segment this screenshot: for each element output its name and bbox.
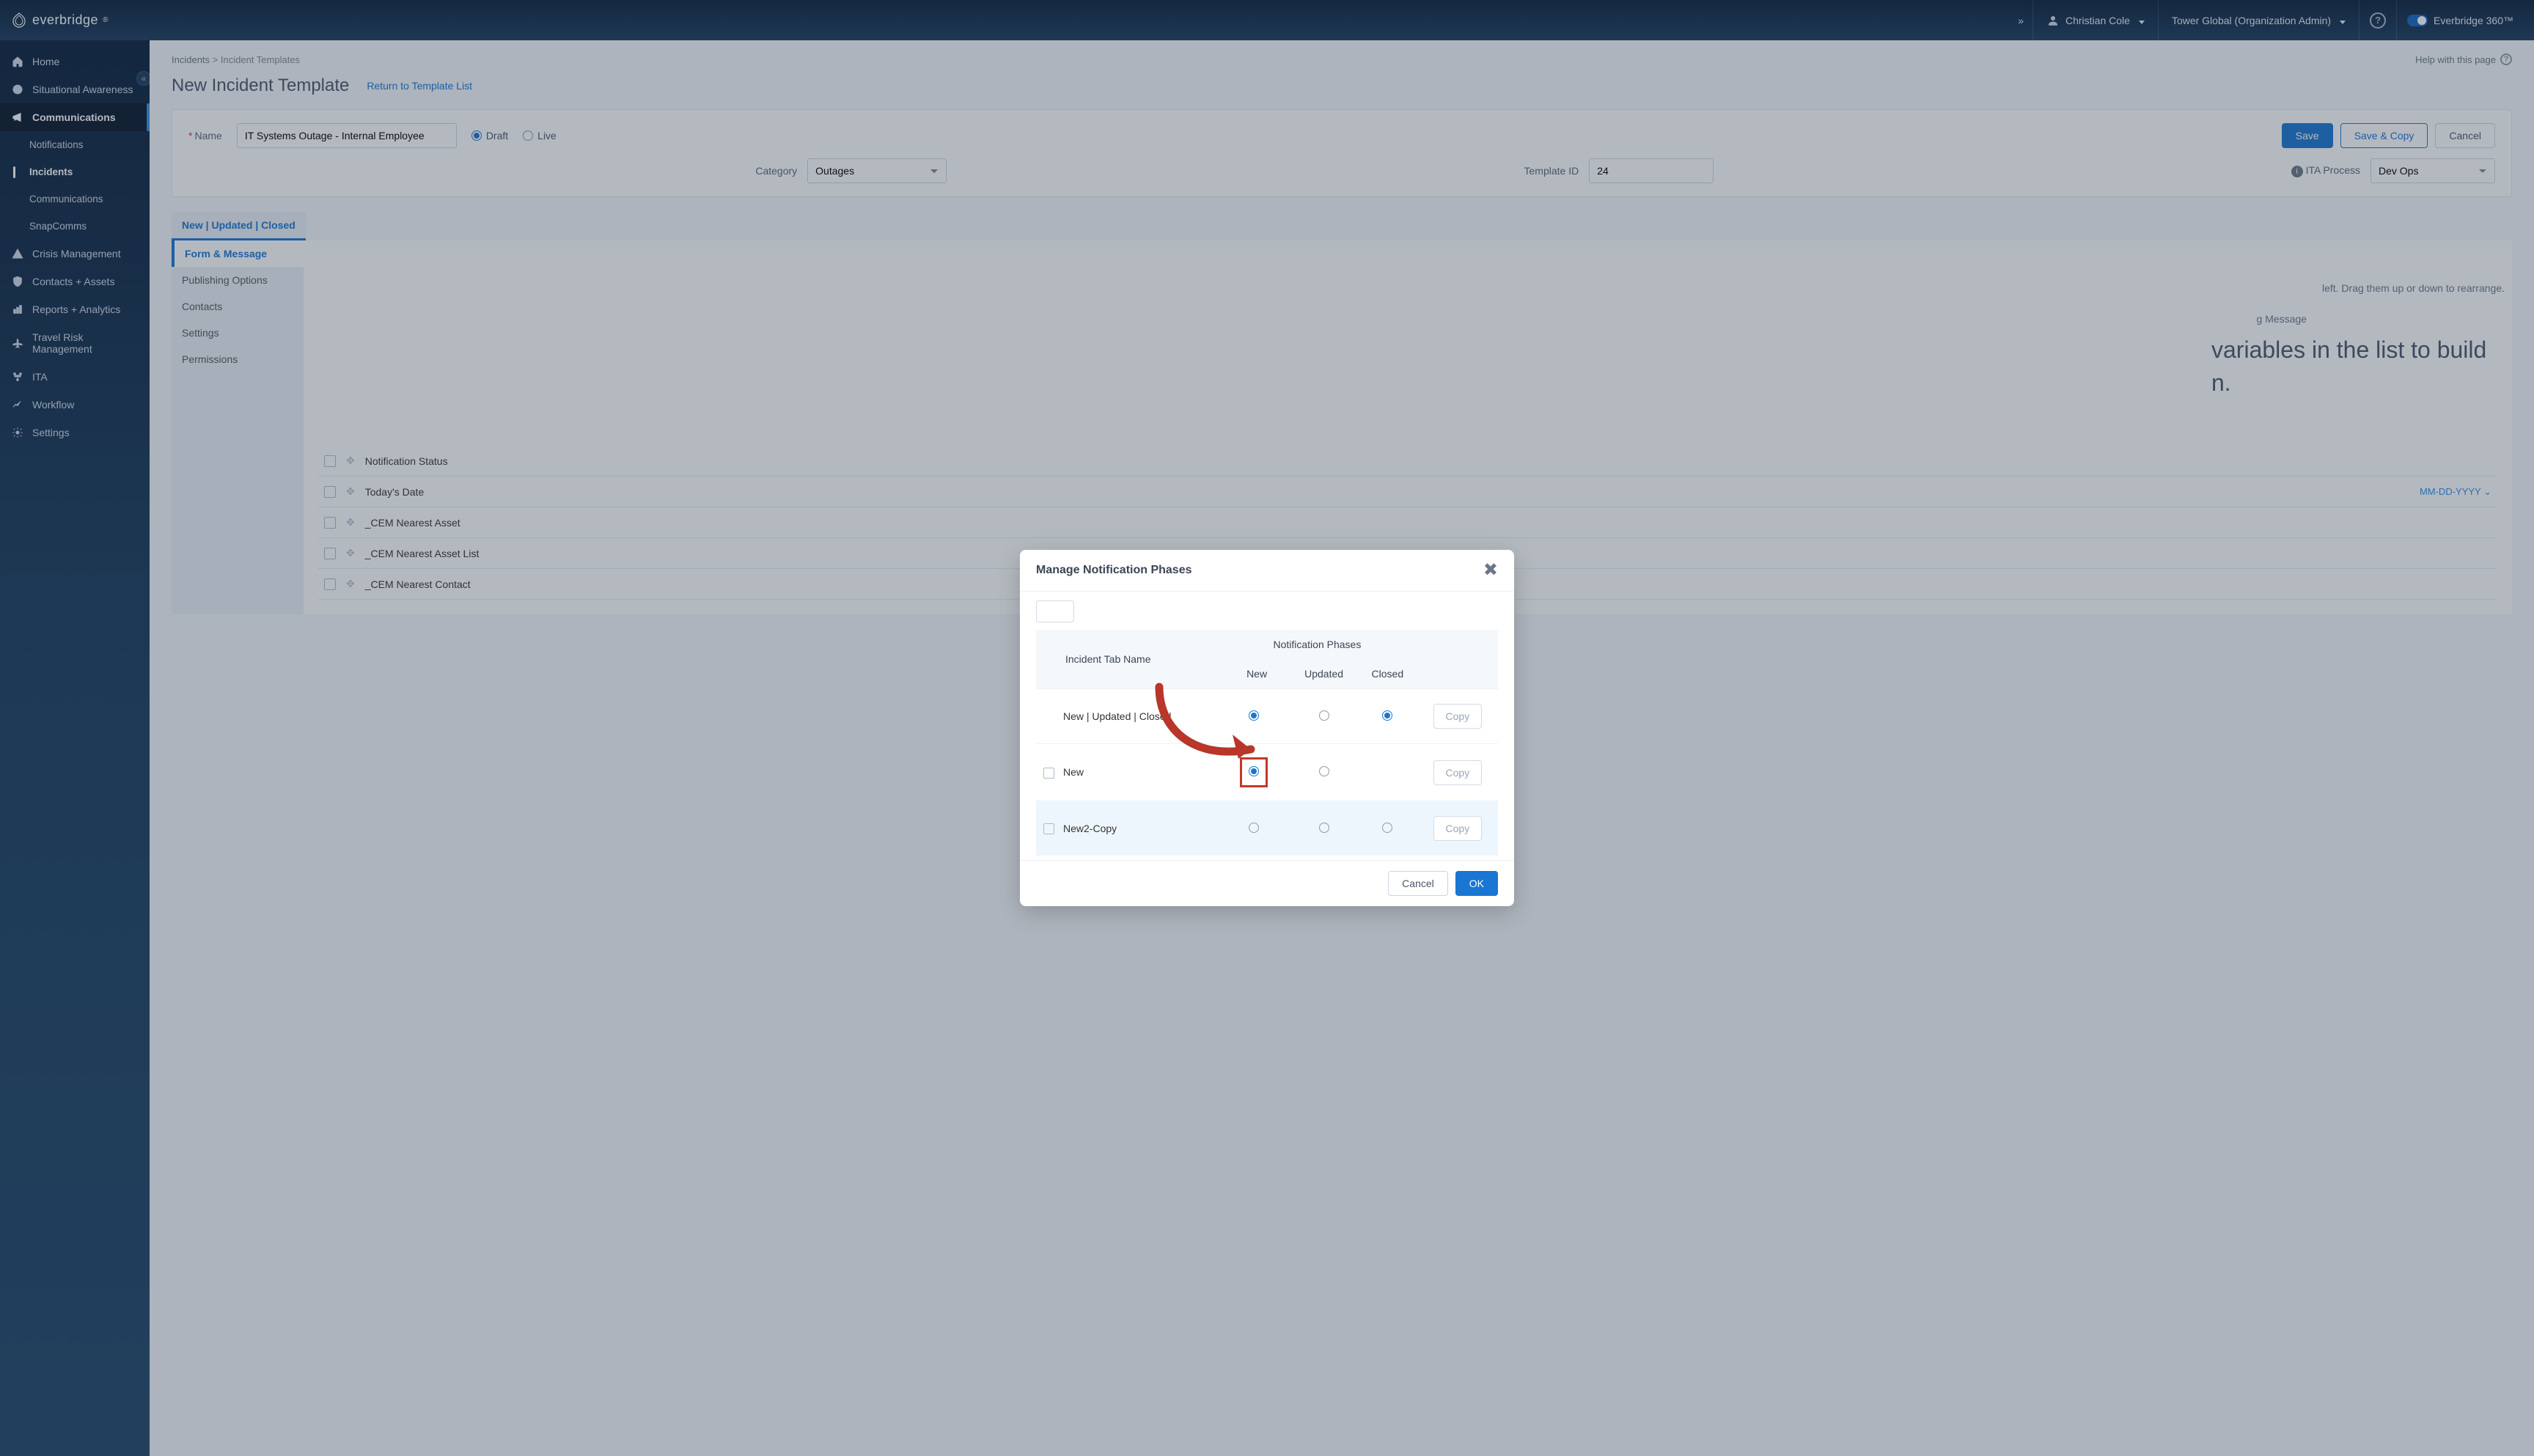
copy-button[interactable]: Copy xyxy=(1433,760,1483,785)
col-group-header: Notification Phases xyxy=(1217,630,1417,659)
modal-cancel-button[interactable]: Cancel xyxy=(1388,871,1448,896)
radio-updated[interactable] xyxy=(1319,766,1329,776)
radio-new[interactable] xyxy=(1249,823,1259,833)
phase-row: New Copy xyxy=(1036,744,1498,801)
modal-close-button[interactable]: ✖ xyxy=(1483,562,1498,579)
row-checkbox[interactable] xyxy=(1043,768,1054,779)
row-checkbox[interactable] xyxy=(1043,823,1054,834)
col-closed: Closed xyxy=(1358,659,1417,689)
col-updated: Updated xyxy=(1290,659,1358,689)
col-new: New xyxy=(1217,659,1290,689)
manage-phases-modal: Manage Notification Phases ✖ Incident Ta… xyxy=(1020,550,1514,906)
copy-button[interactable]: Copy xyxy=(1433,816,1483,841)
modal-title: Manage Notification Phases xyxy=(1036,564,1192,577)
radio-new[interactable] xyxy=(1249,766,1259,776)
copy-button[interactable]: Copy xyxy=(1433,704,1483,729)
phase-row: New2-Copy Copy xyxy=(1036,801,1498,856)
phases-table: Incident Tab NameNotification Phases New… xyxy=(1036,630,1498,856)
phase-name: New | Updated | Closed xyxy=(1063,710,1171,722)
phase-row: New | Updated | Closed Copy xyxy=(1036,689,1498,744)
phase-name: New2-Copy xyxy=(1063,823,1117,834)
annotation-highlight xyxy=(1241,759,1266,786)
phase-name: New xyxy=(1063,766,1084,778)
radio-closed[interactable] xyxy=(1382,710,1392,721)
col-tab-name: Incident Tab Name xyxy=(1036,630,1217,689)
radio-updated[interactable] xyxy=(1319,823,1329,833)
radio-new[interactable] xyxy=(1249,710,1259,721)
modal-ok-button[interactable]: OK xyxy=(1455,871,1498,896)
modal-overlay: Manage Notification Phases ✖ Incident Ta… xyxy=(0,0,2534,1456)
radio-closed[interactable] xyxy=(1382,823,1392,833)
radio-updated[interactable] xyxy=(1319,710,1329,721)
phase-toolbar-button[interactable] xyxy=(1036,600,1074,622)
